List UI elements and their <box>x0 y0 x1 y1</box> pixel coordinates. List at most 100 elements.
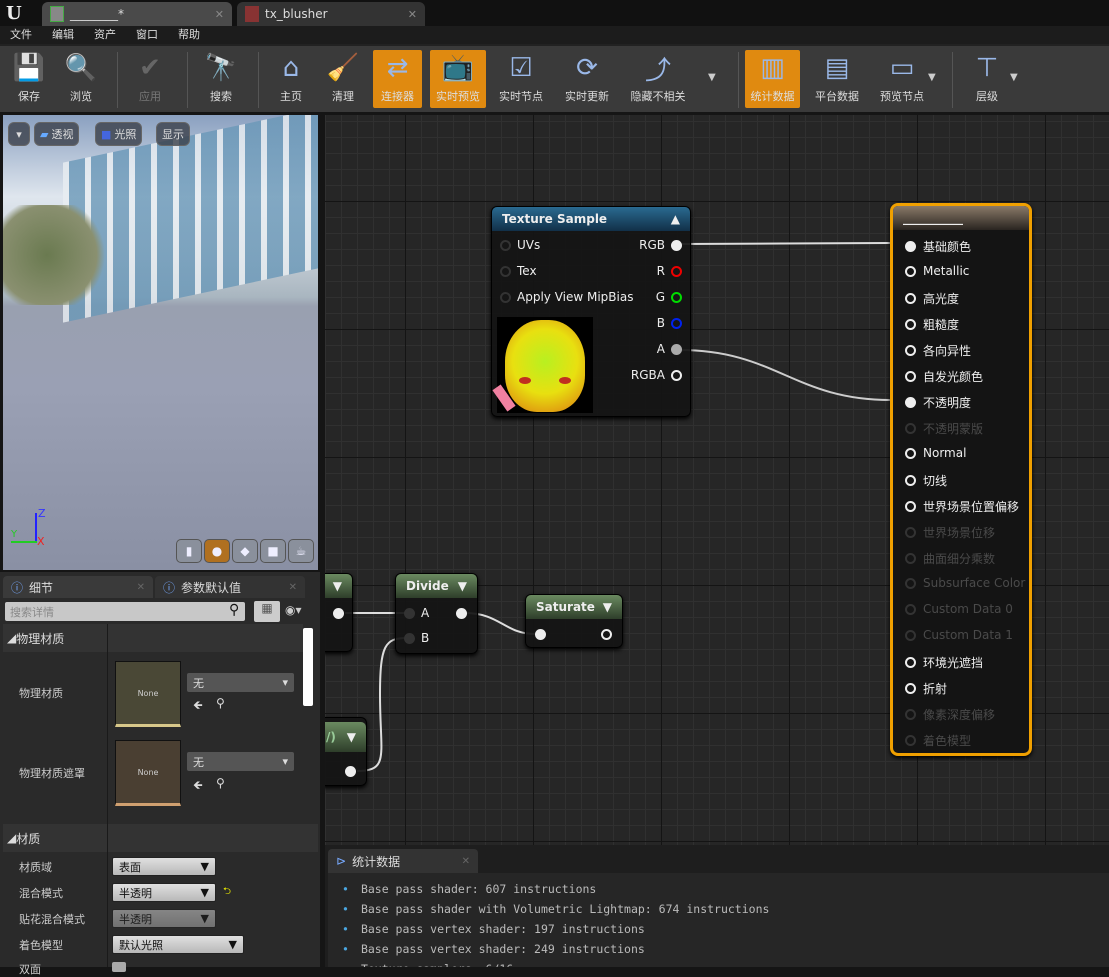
output-pin-rgb[interactable]: RGB <box>639 238 682 252</box>
viewport-options-button[interactable]: ▾ <box>8 122 30 146</box>
show-button[interactable]: 显示 <box>156 122 190 146</box>
teapot-preview-button[interactable]: ☕ <box>288 539 314 563</box>
collapse-arrow-icon[interactable]: ▼ <box>333 579 342 593</box>
collapse-arrow-icon[interactable]: ▼ <box>347 730 356 744</box>
toolbar-button-clean[interactable]: 🧹 清理 <box>318 50 368 108</box>
reset-to-default-icon[interactable]: ⮌ <box>223 884 231 901</box>
output-pin-a[interactable]: A <box>657 342 682 356</box>
material-input-pin[interactable]: 粗糙度 <box>905 316 959 333</box>
partial-node-lower[interactable]: /) ▼ <box>325 717 367 786</box>
lighting-button[interactable]: ■ 光照 <box>95 122 143 146</box>
material-input-pin[interactable]: 基础颜色 <box>905 238 971 255</box>
material-input-pin[interactable]: Metallic <box>905 264 969 278</box>
collapse-arrow-icon[interactable]: ▼ <box>458 579 467 593</box>
menu-edit[interactable]: 编辑 <box>42 26 84 44</box>
two-sided-checkbox[interactable] <box>112 962 126 972</box>
divide-node[interactable]: Divide ▼ A B <box>395 573 478 654</box>
tab-texture[interactable]: tx_blusher ✕ <box>237 2 425 26</box>
perspective-button[interactable]: ▰ 透视 <box>34 122 80 146</box>
material-input-pin[interactable]: 切线 <box>905 472 947 489</box>
material-input-pin[interactable]: 不透明度 <box>905 394 971 411</box>
material-input-pin[interactable]: 自发光颜色 <box>905 368 983 385</box>
close-icon[interactable]: ✕ <box>408 8 417 21</box>
browse-search-icon[interactable]: ⚲ <box>216 696 225 710</box>
menu-window[interactable]: 窗口 <box>126 26 168 44</box>
toolbar-button-hierarchy[interactable]: ⊤ 层级 <box>960 50 1014 108</box>
use-selected-arrow-icon[interactable]: 🡸 <box>193 696 203 717</box>
material-result-node[interactable]: __________ 基础颜色 Metallic 高光度 粗糙度 各向异性 自发光颜色 不透… <box>890 203 1032 756</box>
input-pin-tex[interactable]: Tex <box>500 264 537 278</box>
toolbar-button-home[interactable]: ⌂ 主页 <box>266 50 316 108</box>
section-physical-material[interactable]: ◢ 物理材质 <box>3 624 303 652</box>
material-input-pin[interactable]: 高光度 <box>905 290 959 307</box>
browse-search-icon[interactable]: ⚲ <box>216 776 225 790</box>
toolbar-button-preview-node[interactable]: ▭ 预览节点 <box>873 50 931 108</box>
asset-thumbnail[interactable]: None <box>115 661 181 727</box>
physical-material-mask-combo[interactable]: 无 ▾ <box>187 752 294 771</box>
collapse-arrow-icon[interactable]: ▼ <box>603 600 612 614</box>
menu-file[interactable]: 文件 <box>0 26 42 44</box>
dropdown-arrow-icon[interactable]: ▼ <box>928 72 936 83</box>
output-pin[interactable] <box>456 608 467 619</box>
toolbar-button-save[interactable]: 💾 保存 <box>4 50 54 108</box>
dropdown-arrow-icon[interactable]: ▼ <box>708 72 716 83</box>
close-icon[interactable]: ✕ <box>289 582 297 593</box>
material-input-pin[interactable]: 各向异性 <box>905 342 971 359</box>
saturate-node[interactable]: Saturate ▼ <box>525 594 623 648</box>
tab-details[interactable]: ⓘ 细节 ✕ <box>3 576 153 598</box>
use-selected-arrow-icon[interactable]: 🡸 <box>193 776 203 797</box>
sphere-preview-button[interactable]: ● <box>204 539 230 563</box>
collapse-arrow-icon[interactable]: ▲ <box>671 212 680 226</box>
scrollbar-thumb[interactable] <box>303 628 313 706</box>
partial-node-upper[interactable]: ▼ <box>325 573 353 652</box>
output-pin-r[interactable]: R <box>657 264 682 278</box>
dropdown-arrow-icon[interactable]: ▼ <box>1010 72 1018 83</box>
input-pin-a[interactable]: A <box>404 606 429 620</box>
toolbar-button-search[interactable]: 🔭 搜索 <box>196 50 246 108</box>
close-icon[interactable]: ✕ <box>215 8 224 21</box>
asset-thumbnail[interactable]: None <box>115 740 181 806</box>
close-icon[interactable]: ✕ <box>137 582 145 593</box>
output-pin-b[interactable]: B <box>657 316 682 330</box>
toolbar-button-live-nodes[interactable]: ☑ 实时节点 <box>495 50 547 108</box>
input-pin[interactable] <box>535 629 546 640</box>
tab-stats[interactable]: ⊳ 统计数据 ✕ <box>328 849 478 873</box>
grid-view-button[interactable]: ▦ <box>254 601 280 622</box>
output-pin[interactable] <box>601 629 612 640</box>
section-material[interactable]: ◢ 材质 <box>3 824 318 852</box>
material-domain-combo[interactable]: 表面 ▼ <box>112 857 216 876</box>
toolbar-button-stats[interactable]: ▥ 统计数据 <box>745 50 800 108</box>
material-input-pin[interactable]: 世界场景位置偏移 <box>905 498 1019 515</box>
texture-sample-node[interactable]: Texture Sample ▲ UVs Tex Apply View MipBi… <box>491 206 691 417</box>
toolbar-button-live-update[interactable]: ⟳ 实时更新 <box>560 50 614 108</box>
input-pin-mipbias[interactable]: Apply View MipBias <box>500 290 633 304</box>
menu-asset[interactable]: 资产 <box>84 26 126 44</box>
input-pin-b[interactable]: B <box>404 631 429 645</box>
menu-help[interactable]: 帮助 <box>168 26 210 44</box>
physical-material-combo[interactable]: 无 ▾ <box>187 673 294 692</box>
output-pin-g[interactable]: G <box>656 290 682 304</box>
preview-viewport[interactable]: ▾ ▰ 透视 ■ 光照 显示 Z Y X ▮ ● ◆ ■ ☕ <box>3 115 318 570</box>
blend-mode-combo[interactable]: 半透明 ▼ <box>112 883 216 902</box>
toolbar-button-platform-stats[interactable]: ▤ 平台数据 <box>810 50 864 108</box>
cube-preview-button[interactable]: ■ <box>260 539 286 563</box>
plane-preview-button[interactable]: ◆ <box>232 539 258 563</box>
output-pin[interactable] <box>333 608 344 619</box>
cylinder-preview-button[interactable]: ▮ <box>176 539 202 563</box>
material-input-pin[interactable]: 环境光遮挡 <box>905 654 983 671</box>
output-pin[interactable] <box>345 766 356 777</box>
material-input-pin[interactable]: 折射 <box>905 680 947 697</box>
search-details-input[interactable]: 搜索详情 <box>5 602 245 621</box>
tab-parameter-defaults[interactable]: ⓘ 参数默认值 ✕ <box>155 576 305 598</box>
eye-visibility-icon[interactable]: ◉▾ <box>285 603 302 617</box>
tab-material[interactable]: ________* ✕ <box>42 2 232 26</box>
output-pin-rgba[interactable]: RGBA <box>631 368 682 382</box>
material-graph-canvas[interactable]: ▼ /) ▼ Texture Sample ▲ UVs Tex Apply View… <box>325 115 1109 845</box>
toolbar-button-browse[interactable]: 🔍 浏览 <box>56 50 106 108</box>
toolbar-button-hide-unrelated[interactable]: ⤴ 隐藏不相关 <box>628 50 688 108</box>
material-input-pin[interactable]: Normal <box>905 446 966 460</box>
close-icon[interactable]: ✕ <box>462 856 470 867</box>
toolbar-button-connector[interactable]: ⇄ 连接器 <box>373 50 422 108</box>
input-pin-uvs[interactable]: UVs <box>500 238 540 252</box>
toolbar-button-live-preview[interactable]: 📺 实时预览 <box>430 50 486 108</box>
